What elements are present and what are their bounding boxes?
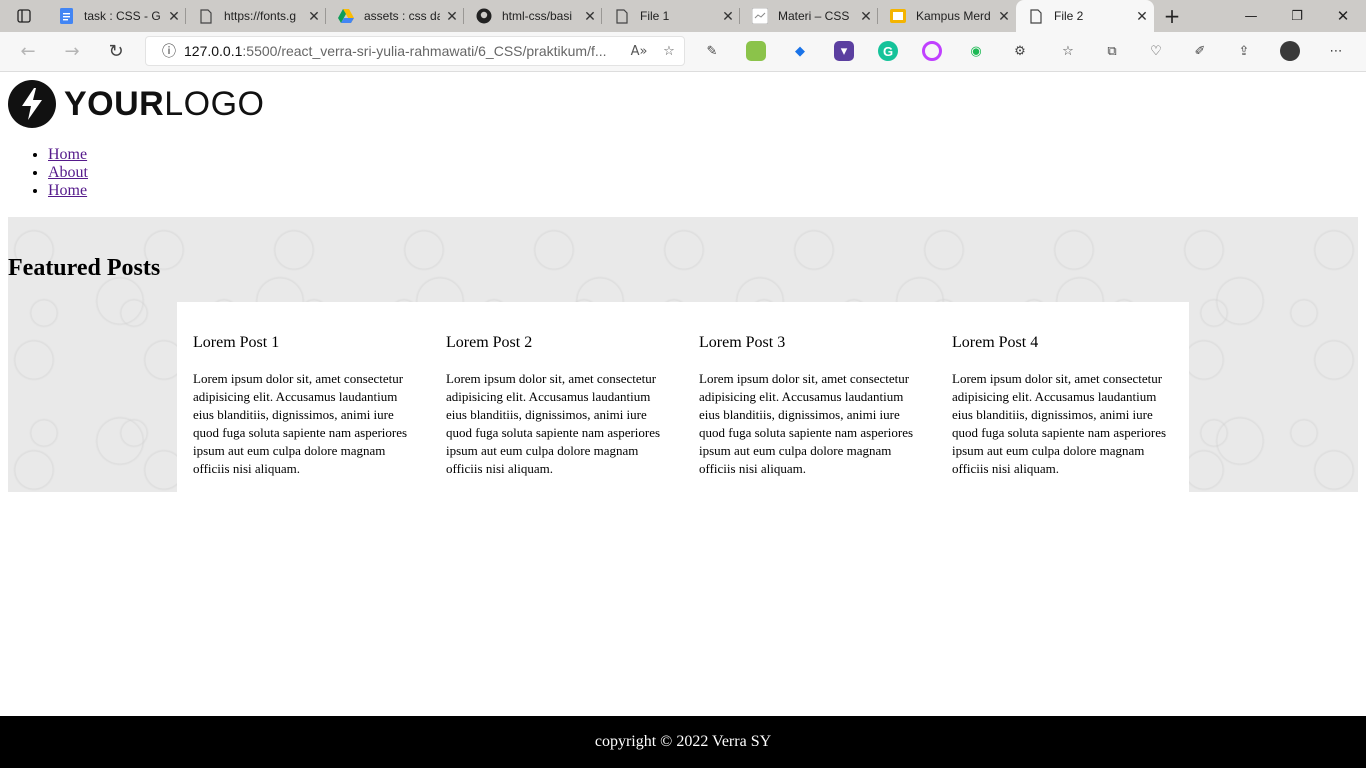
copyright-text: copyright © 2022 Verra SY — [594, 733, 772, 750]
google-drive-icon — [338, 8, 354, 24]
post-title: Lorem Post 2 — [446, 334, 533, 351]
extensions-icon[interactable]: ⚙ — [1010, 41, 1030, 61]
post-title: Lorem Post 1 — [193, 334, 280, 351]
github-icon — [476, 8, 492, 24]
favorites-icon[interactable]: ☆ — [1058, 41, 1078, 61]
browser-tab[interactable]: Materi – CSS ✕ — [740, 0, 878, 32]
post-body: Lorem ipsum dolor sit, amet consectetur … — [952, 371, 1167, 476]
back-button[interactable]: ← — [8, 32, 48, 71]
close-tab-icon[interactable]: ✕ — [1130, 8, 1154, 25]
post-title: Lorem Post 4 — [952, 334, 1039, 351]
post-body: Lorem ipsum dolor sit, amet consectetur … — [699, 371, 914, 476]
close-tab-icon[interactable]: ✕ — [578, 8, 602, 25]
nav-link-home-2[interactable]: Home — [48, 182, 87, 199]
collections-icon[interactable]: ⧉ — [1102, 41, 1122, 61]
minimize-icon[interactable]: — — [1228, 0, 1274, 32]
extension-eye-icon[interactable]: ◉ — [966, 41, 986, 61]
browser-tab[interactable]: https://fonts.g ✕ — [186, 0, 326, 32]
slides-icon — [890, 8, 906, 24]
nav-item: Home — [48, 146, 88, 164]
browser-toolbar: ← → ↻ ⓘ 127.0.0.1:5500/react_verra-sri-y… — [0, 32, 1366, 72]
browser-essentials-icon[interactable]: ♡ — [1146, 41, 1166, 61]
extension-shield-icon[interactable]: ◆ — [790, 41, 810, 61]
close-tab-icon[interactable]: ✕ — [854, 8, 878, 25]
post-card: Lorem Post 2 Lorem ipsum dolor sit, amet… — [430, 302, 683, 492]
forward-button[interactable]: → — [52, 32, 92, 71]
add-favorite-icon[interactable]: ☆ — [654, 44, 684, 59]
extension-purple-icon[interactable]: ▾ — [834, 41, 854, 61]
materi-icon — [752, 8, 768, 24]
read-aloud-icon[interactable]: A» — [624, 44, 654, 59]
browser-tab-active[interactable]: File 2 ✕ — [1016, 0, 1154, 32]
posts-container: Lorem Post 1 Lorem ipsum dolor sit, amet… — [177, 302, 1189, 492]
featured-title: Featured Posts — [8, 255, 161, 281]
post-body: Lorem ipsum dolor sit, amet consectetur … — [446, 371, 661, 476]
page-icon — [1028, 8, 1044, 24]
refresh-button[interactable]: ↻ — [96, 32, 136, 71]
grammarly-icon[interactable]: G — [878, 41, 898, 61]
browser-tab[interactable]: task : CSS - G ✕ — [46, 0, 186, 32]
address-bar[interactable]: ⓘ 127.0.0.1:5500/react_verra-sri-yulia-r… — [145, 36, 685, 66]
post-card: Lorem Post 1 Lorem ipsum dolor sit, amet… — [177, 302, 430, 492]
browser-tab[interactable]: html-css/basi ✕ — [464, 0, 602, 32]
extension-game-icon[interactable] — [746, 41, 766, 61]
more-menu-icon[interactable]: ⋯ — [1326, 41, 1346, 61]
new-tab-button[interactable]: + — [1156, 0, 1188, 32]
nav-link-about[interactable]: About — [48, 164, 88, 181]
browser-tab[interactable]: assets : css da ✕ — [326, 0, 464, 32]
close-tab-icon[interactable]: ✕ — [716, 8, 740, 25]
google-docs-icon — [58, 8, 74, 24]
restore-icon[interactable]: ❐ — [1274, 0, 1320, 32]
extension-pen-icon[interactable]: ✎ — [702, 41, 722, 61]
browser-tab[interactable]: Kampus Merd ✕ — [878, 0, 1016, 32]
lightning-bolt-icon — [8, 80, 56, 128]
post-body: Lorem ipsum dolor sit, amet consectetur … — [193, 371, 408, 476]
web-capture-icon[interactable]: ✐ — [1190, 41, 1210, 61]
browser-tab[interactable]: File 1 ✕ — [602, 0, 740, 32]
close-tab-icon[interactable]: ✕ — [440, 8, 464, 25]
nav-link-home[interactable]: Home — [48, 146, 87, 163]
close-window-icon[interactable]: ✕ — [1320, 0, 1366, 32]
close-tab-icon[interactable]: ✕ — [992, 8, 1016, 25]
logo-text: YOURLOGO — [64, 84, 265, 123]
post-card: Lorem Post 4 Lorem ipsum dolor sit, amet… — [936, 302, 1189, 492]
post-title: Lorem Post 3 — [699, 334, 786, 351]
featured-section: Featured Posts Lorem Post 1 Lorem ipsum … — [8, 217, 1358, 492]
post-card: Lorem Post 3 Lorem ipsum dolor sit, amet… — [683, 302, 936, 492]
nav-item: About — [48, 164, 88, 182]
extension-color-icon[interactable] — [922, 41, 942, 61]
close-tab-icon[interactable]: ✕ — [302, 8, 326, 25]
close-tab-icon[interactable]: ✕ — [162, 8, 186, 25]
profile-avatar[interactable] — [1280, 41, 1300, 61]
page-icon — [614, 8, 630, 24]
main-nav: Home About Home — [8, 146, 88, 200]
page-viewport: YOURLOGO Home About Home Featured Posts … — [0, 72, 1366, 768]
page-footer: copyright © 2022 Verra SY — [0, 716, 1366, 768]
site-logo[interactable]: YOURLOGO — [8, 80, 264, 128]
tab-actions-icon[interactable] — [2, 0, 46, 32]
url-text: 127.0.0.1:5500/react_verra-sri-yulia-rah… — [184, 43, 607, 59]
tab-bar: task : CSS - G ✕ https://fonts.g ✕ asset… — [0, 0, 1366, 32]
page-icon — [198, 8, 214, 24]
info-icon[interactable]: ⓘ — [154, 41, 184, 61]
nav-item: Home — [48, 182, 88, 200]
share-icon[interactable]: ⇪ — [1234, 41, 1254, 61]
